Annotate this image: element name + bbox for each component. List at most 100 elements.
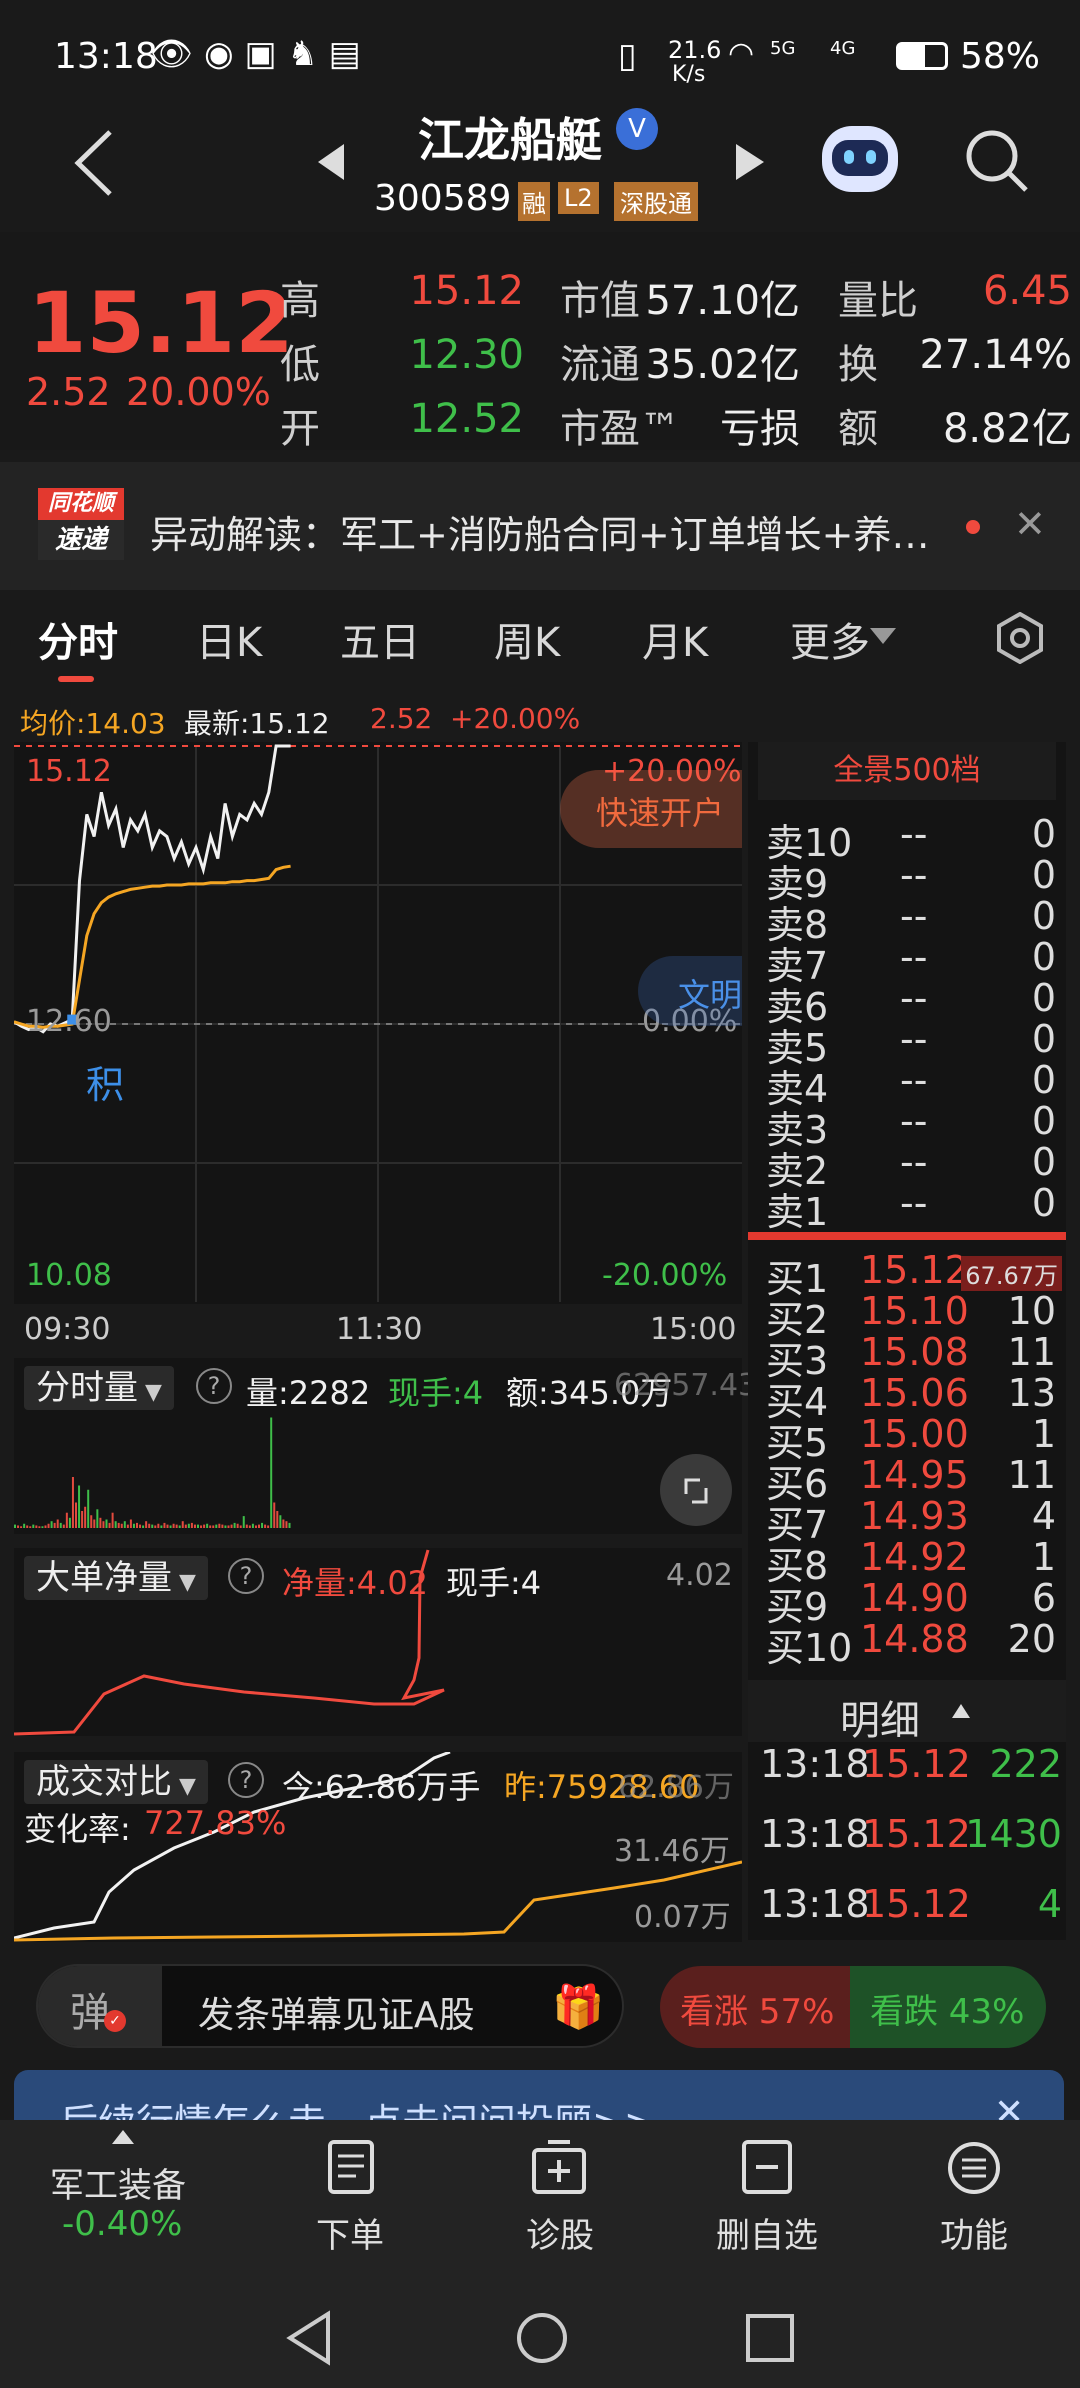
robot-assistant-icon[interactable]	[822, 126, 898, 192]
big-order-panel: 大单净量 ▼ ? 净量:4.02 现手:4 4.02	[14, 1548, 742, 1736]
sell-level-row[interactable]: 卖2 -- 0	[760, 1140, 1066, 1193]
buy-level-row[interactable]: 买3 15.08 11	[760, 1330, 1066, 1383]
big-order-selector[interactable]: 大单净量 ▼	[24, 1556, 208, 1600]
help-icon[interactable]: ?	[228, 1762, 264, 1798]
nav-home-icon[interactable]	[514, 2310, 570, 2366]
civilization-badge[interactable]: 文明	[638, 956, 742, 1026]
volume-bar	[160, 1525, 163, 1528]
function-button[interactable]: 功能	[934, 2138, 1014, 2258]
period-tabs: 分时 日K 五日 周K 月K 更多	[0, 590, 1080, 690]
tab-day-k[interactable]: 日K	[196, 610, 262, 668]
volume-bar	[227, 1525, 230, 1528]
quote-label: 流通	[560, 342, 640, 388]
fullscreen-icon[interactable]	[660, 1454, 732, 1526]
tab-month-k[interactable]: 月K	[642, 610, 708, 668]
help-icon[interactable]: ?	[196, 1368, 232, 1404]
volume-bar	[84, 1506, 87, 1528]
quote-value: 27.14%	[919, 332, 1072, 378]
diagnose-button[interactable]: 诊股	[520, 2138, 600, 2258]
volume-bar	[154, 1525, 157, 1528]
bottom-nav: 军工装备 -0.40% 下单 诊股 删自选 功能	[0, 2120, 1080, 2388]
y-bottom-label: 10.08	[26, 1258, 112, 1293]
buy-level-row[interactable]: 买4 15.06 13	[760, 1371, 1066, 1424]
sector-change: -0.40%	[62, 2204, 183, 2244]
next-stock-icon[interactable]	[736, 144, 764, 180]
bullish-button[interactable]: 看涨 57%	[660, 1966, 850, 2048]
volume-bar	[215, 1524, 218, 1528]
volume-bar	[242, 1516, 245, 1528]
volume-bar	[23, 1523, 26, 1528]
volume-bar	[236, 1523, 239, 1528]
tab-fenshi[interactable]: 分时	[38, 610, 118, 668]
gift-icon[interactable]: 🎁	[552, 1982, 604, 2032]
danmu-bar[interactable]: 弹 ✓ 发条弹幕见证A股 🎁	[36, 1964, 624, 2048]
volume-bar	[59, 1522, 62, 1528]
back-icon[interactable]	[72, 128, 116, 198]
menu-icon	[948, 2142, 1000, 2194]
buy-level-row[interactable]: 买10 14.88 20	[760, 1617, 1066, 1670]
news-dot	[966, 520, 980, 534]
sell-level-row[interactable]: 卖7 -- 0	[760, 935, 1066, 988]
danmu-toggle[interactable]: 弹 ✓	[38, 1966, 162, 2046]
nav-back-icon[interactable]	[284, 2310, 334, 2366]
buy-level-row[interactable]: 买1 15.12 67.67万	[760, 1248, 1066, 1301]
order-book-title[interactable]: 全景500档	[758, 742, 1056, 800]
settings-icon[interactable]	[994, 612, 1046, 664]
quote-label: 市值	[560, 278, 640, 324]
volume-bar	[126, 1524, 129, 1528]
news-bar[interactable]: 同花顺 速递 异动解读：军工+消防船合同+订单增长+养… ✕	[0, 462, 1080, 590]
volume-bar	[224, 1525, 227, 1528]
buy-level-row[interactable]: 买6 14.95 11	[760, 1453, 1066, 1506]
signal-4g: 4G	[830, 38, 856, 59]
tab-more[interactable]: 更多	[790, 610, 870, 668]
volume-bar	[90, 1515, 93, 1528]
sell-level-row[interactable]: 卖9 -- 0	[760, 853, 1066, 906]
volume-bar	[93, 1519, 96, 1528]
sector-name[interactable]: 军工装备	[50, 2158, 186, 2207]
expand-up-icon[interactable]	[112, 2130, 134, 2144]
stock-code: 300589	[374, 178, 512, 219]
detail-header[interactable]: 明细	[748, 1680, 1066, 1744]
intraday-info-line: 均价:14.03 最新:15.12 2.52 +20.00%	[0, 690, 1080, 740]
sell-level-row[interactable]: 卖10 -- 0	[760, 812, 1066, 865]
sell-level-row[interactable]: 卖3 -- 0	[760, 1099, 1066, 1152]
open-account-badge[interactable]: 快速开户	[560, 770, 742, 848]
nav-recents-icon[interactable]	[744, 2312, 796, 2364]
volume-bar	[99, 1517, 102, 1528]
buy-level-row[interactable]: 买8 14.92 1	[760, 1535, 1066, 1588]
volume-bar	[123, 1521, 126, 1528]
tab-week-k[interactable]: 周K	[494, 610, 560, 668]
latest-price: 最新:15.12	[184, 707, 330, 740]
sell-level-row[interactable]: 卖8 -- 0	[760, 894, 1066, 947]
sell-level-row[interactable]: 卖5 -- 0	[760, 1017, 1066, 1070]
tab-five-day[interactable]: 五日	[340, 610, 420, 668]
volume-selector[interactable]: 分时量 ▼	[24, 1366, 174, 1410]
volume-bar	[65, 1512, 68, 1528]
bearish-button[interactable]: 看跌 43%	[850, 1966, 1046, 2048]
volume-bar	[169, 1525, 172, 1528]
prev-stock-icon[interactable]	[318, 144, 346, 180]
volume-bar	[47, 1523, 50, 1528]
sell-level-row[interactable]: 卖1 -- 0	[760, 1181, 1066, 1234]
volume-bar	[193, 1524, 196, 1528]
sell-level-row[interactable]: 卖4 -- 0	[760, 1058, 1066, 1111]
search-icon[interactable]	[964, 128, 1030, 194]
volume-bar	[233, 1522, 236, 1528]
volume-bar	[56, 1519, 59, 1528]
buy-level-row[interactable]: 买2 15.10 10	[760, 1289, 1066, 1342]
remove-watchlist-button[interactable]: 删自选	[712, 2138, 822, 2258]
buy-level-row[interactable]: 买7 14.93 4	[760, 1494, 1066, 1547]
chevron-down-icon	[870, 628, 896, 644]
order-button[interactable]: 下单	[310, 2138, 390, 2258]
compare-selector[interactable]: 成交对比 ▼	[24, 1760, 208, 1804]
buy-level-row[interactable]: 买9 14.90 6	[760, 1576, 1066, 1629]
close-icon[interactable]: ✕	[1014, 502, 1046, 546]
help-icon[interactable]: ?	[228, 1558, 264, 1594]
volume-bar	[41, 1526, 44, 1528]
intraday-chart[interactable]: 15.12 12.60 10.08 +20.00% 0.00% -20.00% …	[14, 742, 742, 1304]
volume-bar	[20, 1526, 23, 1528]
buy-level-row[interactable]: 买5 15.00 1	[760, 1412, 1066, 1465]
volume-bar	[120, 1523, 123, 1528]
sell-level-row[interactable]: 卖6 -- 0	[760, 976, 1066, 1029]
volume-bar	[151, 1524, 154, 1528]
